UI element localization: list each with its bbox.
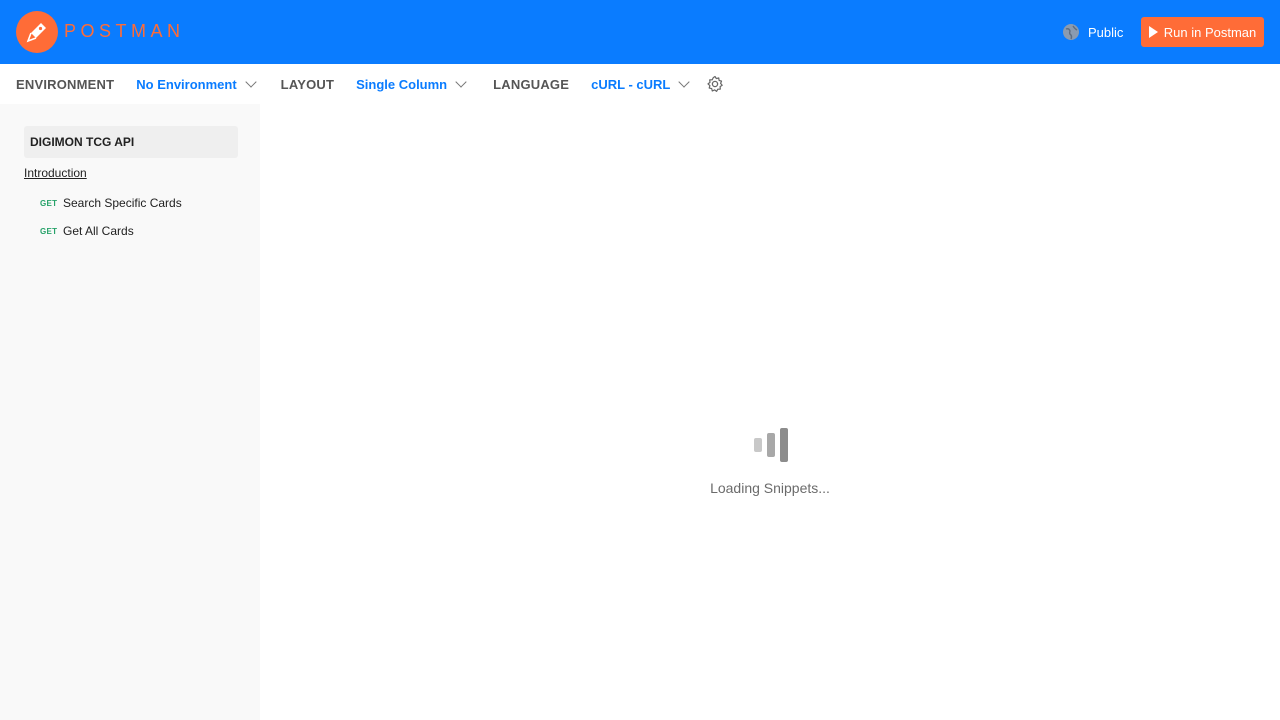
rocket-icon (26, 23, 46, 43)
collection-title[interactable]: DIGIMON TCG API (24, 126, 238, 158)
introduction-link[interactable]: Introduction (24, 166, 87, 180)
request-method-badge: GET (40, 226, 58, 236)
request-item-search-specific-cards[interactable]: GET Search Specific Cards (40, 196, 182, 210)
top-header: POSTMAN Public Run in Postman (0, 0, 1280, 64)
request-name: Search Specific Cards (63, 196, 182, 210)
request-name: Get All Cards (63, 224, 134, 238)
chevron-down-icon (455, 76, 467, 88)
chevron-down-icon (245, 76, 257, 88)
globe-icon (1063, 24, 1079, 40)
visibility-indicator: Public (1062, 22, 1123, 42)
layout-dropdown[interactable]: Single Column (356, 76, 467, 92)
options-toolbar: ENVIRONMENT No Environment LAYOUT Single… (0, 64, 1280, 104)
environment-label: ENVIRONMENT (16, 76, 115, 92)
chevron-down-icon (678, 76, 691, 88)
request-item-get-all-cards[interactable]: GET Get All Cards (40, 224, 134, 238)
loading-bars-icon (754, 428, 788, 462)
language-label: LANGUAGE (493, 76, 570, 92)
run-in-postman-button[interactable]: Run in Postman (1141, 17, 1264, 47)
environment-dropdown[interactable]: No Environment (136, 76, 257, 92)
environment-value: No Environment (136, 76, 237, 92)
language-dropdown[interactable]: cURL - cURL (591, 76, 691, 92)
language-value: cURL - cURL (591, 76, 671, 92)
visibility-label: Public (1088, 24, 1124, 40)
postman-logo-icon[interactable] (16, 11, 58, 53)
play-icon (1148, 26, 1158, 38)
sidebar: DIGIMON TCG API Introduction GET Search … (0, 104, 260, 720)
layout-value: Single Column (356, 76, 448, 92)
brand-name: POSTMAN (64, 21, 185, 41)
main-content: Loading Snippets... (260, 104, 1280, 720)
gear-icon[interactable] (706, 75, 724, 93)
loading-text: Loading Snippets... (710, 480, 830, 496)
request-method-badge: GET (40, 198, 58, 208)
layout-label: LAYOUT (280, 76, 335, 92)
run-in-postman-label: Run in Postman (1163, 24, 1257, 40)
